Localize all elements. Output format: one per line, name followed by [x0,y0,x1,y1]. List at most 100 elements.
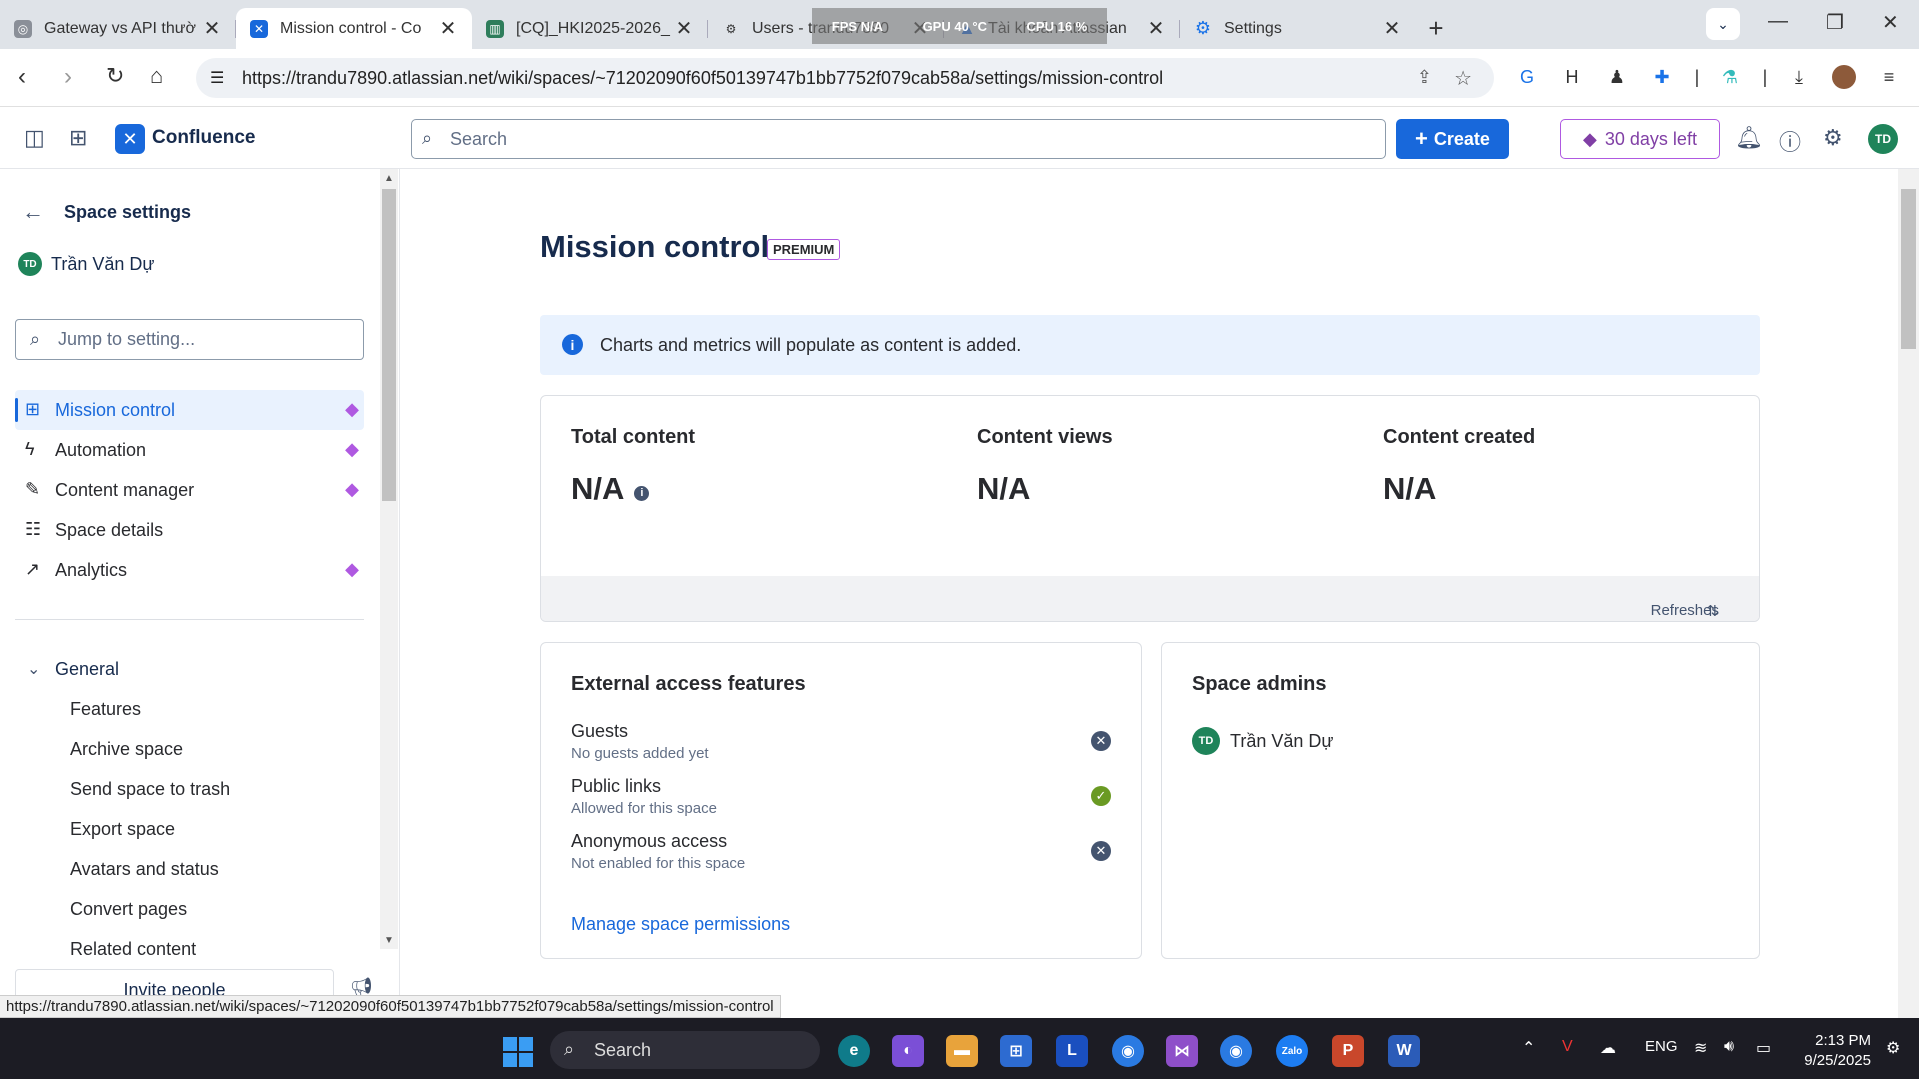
tray-chevron-up-icon[interactable]: ⌃ [1522,1038,1535,1058]
sidebar-item-send-to-trash[interactable]: Send space to trash [70,779,230,800]
settings-gear-icon[interactable]: ⚙ [1823,125,1843,151]
scroll-up-icon[interactable]: ▲ [384,173,394,184]
sidebar-item-space-details[interactable]: ☷ Space details [15,510,364,550]
sidebar-item-features[interactable]: Features [70,699,141,720]
extension-h-icon[interactable]: H [1560,65,1584,89]
back-icon[interactable]: ‹ [18,63,26,91]
menu-icon[interactable]: ≡ [1877,65,1901,89]
translate-icon[interactable]: G [1515,65,1539,89]
disabled-x-icon: ✕ [1091,731,1111,751]
confluence-logo-icon[interactable]: ✕ [115,124,145,154]
browser-tab[interactable]: ▥ [CQ]_HKI2025-2026_ ✕ [472,8,708,49]
close-tab-icon[interactable]: ✕ [202,16,222,41]
sidebar-item-content-manager[interactable]: ✎ Content manager ◆ [15,470,364,510]
sidebar-item-convert-pages[interactable]: Convert pages [70,899,187,920]
sidebar-item-avatars-status[interactable]: Avatars and status [70,859,219,880]
share-icon[interactable]: ⇪ [1417,67,1432,88]
file-explorer-icon[interactable]: ▬ [946,1035,978,1067]
store-icon[interactable]: ⊞ [1000,1035,1032,1067]
close-tab-icon[interactable]: ✕ [674,16,694,41]
space-settings-sidebar: ← Space settings TD Trần Văn Dự ⌕ Jump t… [0,169,400,1018]
sidebar-toggle-icon[interactable]: ◫ [24,125,45,151]
lab-flask-icon[interactable]: ⚗ [1718,65,1742,89]
close-window-icon[interactable]: ✕ [1882,10,1899,35]
bookmark-icon[interactable]: ☆ [1454,66,1472,91]
user-avatar[interactable]: TD [1868,124,1898,154]
scroll-down-icon[interactable]: ▼ [384,935,394,946]
create-button[interactable]: + Create [1396,119,1509,159]
home-icon[interactable]: ⌂ [150,63,163,89]
browser-tab[interactable]: ◎ Gateway vs API thườ ✕ [0,8,236,49]
sidebar-item-automation[interactable]: ϟ Automation ◆ [15,430,364,470]
browser-tab[interactable]: ⚙ Settings ✕ [1180,8,1416,49]
scrollbar-thumb[interactable] [382,189,396,501]
chrome-profile-icon[interactable]: ◉ [1220,1035,1252,1067]
performance-overlay: FPS N/A GPU 40 °C CPU 16 % [812,8,1107,44]
app-switcher-icon[interactable]: ⊞ [69,125,87,151]
volume-icon[interactable]: 🔊︎ [1724,1038,1734,1056]
forward-icon[interactable]: › [64,63,72,91]
address-bar[interactable]: ☰ https://trandu7890.atlassian.net/wiki/… [196,58,1494,98]
metric-content-created: Content created N/A [1383,426,1535,507]
reload-icon[interactable]: ↻ [106,63,124,89]
restore-icon[interactable]: ❐ [1826,10,1844,35]
zalo-icon[interactable]: Zalo [1276,1035,1308,1067]
chrome-icon[interactable]: ◉ [1112,1035,1144,1067]
sidebar-item-analytics[interactable]: ↗ Analytics ◆ [15,550,364,590]
profile-avatar-icon[interactable] [1832,65,1856,89]
sidebar-item-related-content[interactable]: Related content [70,939,196,960]
windows-start-icon[interactable] [503,1037,533,1067]
close-tab-icon[interactable]: ✕ [1146,16,1166,41]
copilot-icon[interactable]: ◐ [892,1035,924,1067]
tab-search-button[interactable]: ⌄ [1706,8,1740,40]
app-l-icon[interactable]: L [1056,1035,1088,1067]
close-tab-icon[interactable]: ✕ [438,16,458,41]
browser-tab-active[interactable]: ✕ Mission control - Co ✕ [236,8,472,49]
back-arrow-icon[interactable]: ← [22,199,44,225]
chevron-down-icon[interactable]: ⌄ [27,659,40,679]
plus-icon: + [1415,126,1428,151]
main-scrollbar[interactable] [1898,169,1919,1018]
download-icon[interactable]: ⤓ [1787,65,1811,89]
extension-spy-icon[interactable]: ♟ [1605,65,1629,89]
sidebar-scrollbar[interactable]: ▲ ▼ [380,169,398,949]
info-icon[interactable]: i [634,485,650,501]
clock[interactable]: 2:13 PM 9/25/2025 [1791,1031,1871,1071]
minimize-icon[interactable]: — [1768,10,1788,33]
notifications-icon[interactable]: ⚙ [1886,1038,1900,1058]
jump-to-setting-input[interactable]: ⌕ Jump to setting... [15,319,364,360]
powerpoint-icon[interactable]: P [1332,1035,1364,1067]
word-icon[interactable]: W [1388,1035,1420,1067]
language-indicator[interactable]: ENG [1645,1038,1678,1055]
sidebar-item-export-space[interactable]: Export space [70,819,175,840]
sidebar-item-mission-control[interactable]: ⊞ Mission control ◆ [15,390,364,430]
help-icon[interactable]: ⓘ [1779,125,1801,157]
battery-icon[interactable]: ▭ [1756,1038,1771,1058]
tray-app-icon[interactable]: V [1562,1038,1573,1056]
product-name[interactable]: Confluence [152,127,255,149]
sidebar-item-label: Content manager [55,479,195,500]
metric-label: Content created [1383,426,1536,448]
metric-value: N/A [571,471,625,506]
sidebar-item-label: Automation [55,439,147,460]
extensions-puzzle-icon[interactable]: ✚ [1650,65,1674,89]
scrollbar-thumb[interactable] [1901,189,1916,349]
notifications-bell-icon[interactable]: 🔔︎ [1735,125,1763,151]
metric-value: N/A [977,471,1031,506]
admin-entry[interactable]: TD Trần Văn Dự [1192,727,1333,755]
visual-studio-icon[interactable]: ⋈ [1166,1035,1198,1067]
onedrive-icon[interactable]: ☁ [1600,1038,1616,1058]
new-tab-button[interactable]: + [1416,8,1456,49]
section-general[interactable]: General [55,659,119,680]
close-tab-icon[interactable]: ✕ [1382,16,1402,41]
wifi-icon[interactable]: ≋ [1694,1038,1707,1058]
edge-icon[interactable]: e [838,1035,870,1067]
search-input[interactable]: ⌕ Search [411,119,1386,159]
taskbar-search[interactable]: ⌕ Search [550,1031,820,1069]
trial-button[interactable]: ◆ 30 days left [1560,119,1720,159]
site-info-icon[interactable]: ☰ [210,68,224,88]
sidebar-item-archive-space[interactable]: Archive space [70,739,183,760]
space-owner[interactable]: TD Trần Văn Dự [18,252,154,276]
feature-public-links: Public links Allowed for this space ✓ [571,776,1111,817]
manage-permissions-link[interactable]: Manage space permissions [571,914,790,935]
